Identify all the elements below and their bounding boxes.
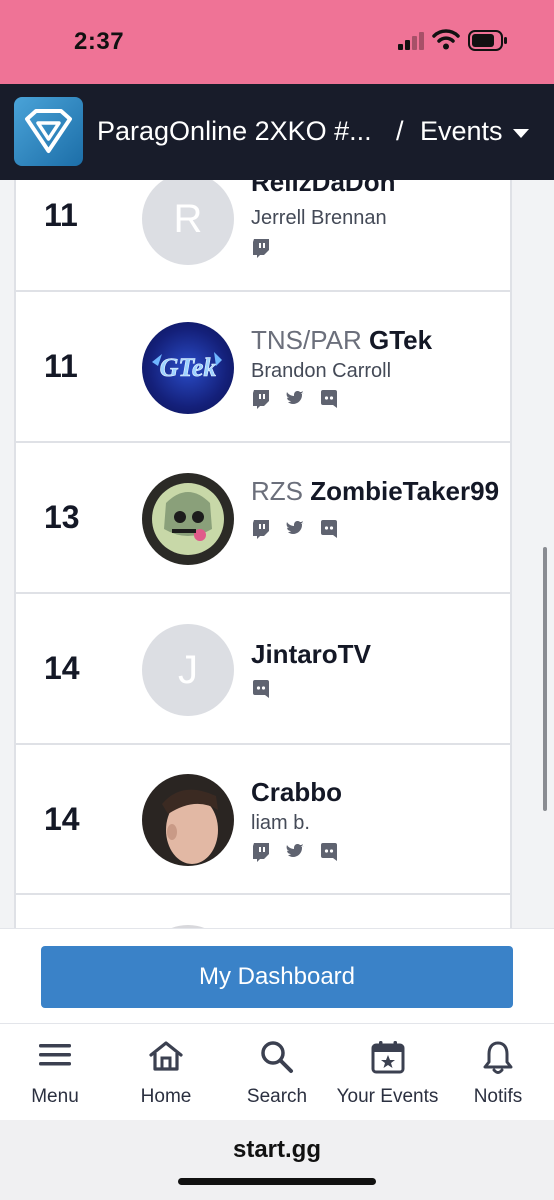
avatar bbox=[142, 473, 234, 565]
gamertag-label: Crabbo bbox=[251, 777, 342, 807]
dashboard-bar: My Dashboard bbox=[0, 928, 554, 1024]
list-item[interactable]: 11 R RellzDaDon Jerrell Brennan bbox=[16, 180, 510, 292]
home-indicator[interactable] bbox=[178, 1178, 376, 1185]
nav-label: Menu bbox=[31, 1086, 79, 1107]
nav-menu[interactable]: Menu bbox=[10, 1024, 100, 1120]
placement: 11 bbox=[44, 348, 78, 384]
search-icon bbox=[261, 1041, 293, 1073]
gamertag-label: JintaroTV bbox=[251, 639, 371, 669]
sponsor-prefix: TNS/PAR bbox=[251, 325, 362, 355]
placement: 14 bbox=[44, 650, 80, 686]
home-icon bbox=[149, 1041, 183, 1071]
nav-label: Your Events bbox=[336, 1086, 439, 1107]
svg-text:GTek: GTek bbox=[160, 353, 217, 382]
wifi-icon bbox=[432, 28, 460, 50]
avatar-image bbox=[152, 483, 224, 555]
avatar-image bbox=[162, 789, 218, 864]
scrollbar[interactable] bbox=[543, 547, 547, 811]
gamertag-label: GTek bbox=[369, 325, 433, 355]
placement: 13 bbox=[44, 499, 80, 535]
twitch-icon[interactable] bbox=[251, 389, 271, 409]
placement: 11 bbox=[44, 197, 78, 233]
discord-icon[interactable] bbox=[251, 679, 271, 699]
gamertag[interactable]: Crabbo bbox=[251, 777, 342, 808]
gamertag-label: RellzDaDon bbox=[251, 180, 396, 197]
my-dashboard-button[interactable]: My Dashboard bbox=[41, 946, 513, 1008]
social-links bbox=[251, 237, 271, 259]
list-item[interactable]: 14 J JintaroTV bbox=[16, 595, 510, 745]
avatar-letter: R bbox=[173, 197, 203, 241]
avatar-letter: J bbox=[178, 648, 198, 692]
list-item[interactable]: 11 GTek TNS/PAR GTek Brandon Carroll bbox=[16, 293, 510, 443]
twitter-icon[interactable] bbox=[285, 519, 305, 539]
social-links bbox=[251, 841, 339, 863]
cellular-signal-icon bbox=[398, 32, 426, 50]
nav-label: Notifs bbox=[473, 1086, 523, 1107]
discord-icon[interactable] bbox=[319, 389, 339, 409]
chevron-down-icon[interactable] bbox=[513, 129, 529, 138]
avatar bbox=[142, 774, 234, 866]
list-item[interactable] bbox=[16, 896, 510, 928]
social-links bbox=[251, 678, 271, 700]
gamertag[interactable]: TNS/PAR GTek bbox=[251, 325, 432, 356]
status-bar: 2:37 bbox=[0, 0, 554, 84]
browser-bar: start.gg bbox=[0, 1120, 554, 1200]
gamertag-label: ZombieTaker99 bbox=[310, 476, 500, 506]
real-name: liam b. bbox=[251, 812, 310, 834]
twitch-icon[interactable] bbox=[251, 238, 271, 258]
twitch-icon[interactable] bbox=[251, 842, 271, 862]
avatar: GTek bbox=[142, 322, 234, 414]
social-links bbox=[251, 388, 339, 410]
bottom-nav: Menu Home Search Your Events Notifs bbox=[0, 1024, 554, 1120]
nav-notifs[interactable]: Notifs bbox=[453, 1024, 543, 1120]
real-name: Jerrell Brennan bbox=[251, 207, 387, 229]
shield-logo-icon bbox=[25, 109, 72, 153]
placement: 14 bbox=[44, 801, 80, 837]
discord-icon[interactable] bbox=[319, 842, 339, 862]
bell-icon bbox=[483, 1041, 513, 1074]
nav-home[interactable]: Home bbox=[121, 1024, 211, 1120]
url-bar[interactable]: start.gg bbox=[0, 1136, 554, 1164]
standings-list[interactable]: 11 R RellzDaDon Jerrell Brennan 11 GTek … bbox=[14, 180, 512, 928]
discord-icon[interactable] bbox=[319, 519, 339, 539]
list-item[interactable]: 13 RZS ZombieTaker99 bbox=[16, 444, 510, 594]
avatar-image: GTek bbox=[152, 352, 222, 382]
social-links bbox=[251, 518, 339, 540]
twitch-icon[interactable] bbox=[251, 519, 271, 539]
gamertag[interactable]: JintaroTV bbox=[251, 639, 371, 670]
nav-label: Home bbox=[140, 1086, 192, 1107]
nav-search[interactable]: Search bbox=[232, 1024, 322, 1120]
menu-icon bbox=[39, 1044, 71, 1066]
twitter-icon[interactable] bbox=[285, 842, 305, 862]
gamertag[interactable]: RellzDaDon bbox=[251, 180, 395, 198]
events-dropdown[interactable]: Events bbox=[420, 116, 503, 147]
twitter-icon[interactable] bbox=[285, 389, 305, 409]
nav-label: Search bbox=[246, 1086, 308, 1107]
tournament-logo[interactable] bbox=[14, 97, 83, 166]
avatar: R bbox=[142, 180, 234, 265]
status-time: 2:37 bbox=[74, 28, 125, 55]
gamertag[interactable]: RZS ZombieTaker99 bbox=[251, 476, 499, 507]
list-item[interactable]: 14 Crabbo liam b. bbox=[16, 745, 510, 895]
tournament-title[interactable]: ParagOnline 2XKO #... bbox=[97, 116, 372, 147]
app-header: ParagOnline 2XKO #... / Events bbox=[0, 84, 554, 180]
real-name: Brandon Carroll bbox=[251, 360, 392, 382]
sponsor-prefix: RZS bbox=[251, 476, 303, 506]
breadcrumb-separator: / bbox=[396, 116, 404, 146]
nav-your-events[interactable]: Your Events bbox=[330, 1024, 445, 1120]
avatar: J bbox=[142, 624, 234, 716]
calendar-star-icon bbox=[371, 1041, 404, 1074]
battery-icon bbox=[468, 30, 508, 51]
